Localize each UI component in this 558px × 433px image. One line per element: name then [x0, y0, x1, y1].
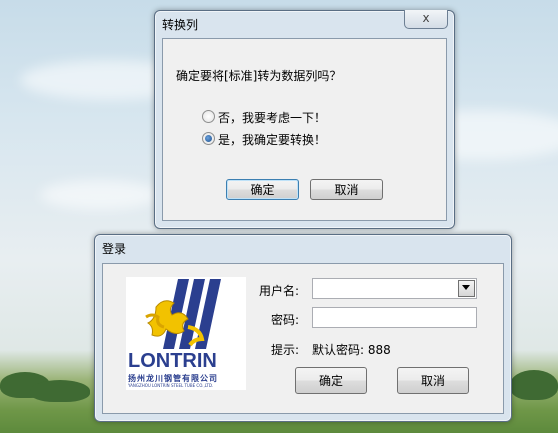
username-combobox[interactable] — [312, 278, 477, 299]
cloud — [40, 180, 160, 210]
password-label: 密码: — [271, 313, 300, 327]
logo-brand-text: LONTRIN — [128, 350, 217, 372]
radio-option-no[interactable]: 否，我要考虑一下！ — [202, 109, 382, 125]
convert-question: 确定要将[标准]转为数据列吗？ — [176, 69, 342, 83]
close-button[interactable]: x — [404, 10, 448, 29]
login-cancel-button[interactable]: 取消 — [397, 367, 469, 394]
username-label: 用户名: — [259, 284, 300, 298]
password-field[interactable] — [312, 307, 477, 328]
login-dialog-titlebar[interactable]: 登录 — [95, 235, 511, 261]
cancel-button[interactable]: 取消 — [310, 179, 383, 200]
convert-dialog-body: 确定要将[标准]转为数据列吗？ 否，我要考虑一下！ 是，我确定要转换！ 确定 取… — [162, 38, 447, 221]
logo-company-en-text: YANGZHOU LONTRIN STEEL TUBE CO.,LTD. — [128, 383, 214, 388]
tree — [510, 370, 558, 400]
radio-selected-dot — [205, 135, 212, 142]
login-dialog: 登录 LONTRIN 扬州龙川钢管有限公司 YANGZHOU LONTRIN S… — [94, 234, 512, 422]
radio-button-yes[interactable] — [202, 132, 215, 145]
close-icon: x — [422, 11, 430, 25]
ok-button[interactable]: 确定 — [226, 179, 299, 200]
radio-label-no[interactable]: 否，我要考虑一下！ — [218, 109, 326, 126]
hint-text: 默认密码: 888 — [312, 343, 391, 357]
login-dialog-body: LONTRIN 扬州龙川钢管有限公司 YANGZHOU LONTRIN STEE… — [102, 263, 504, 414]
tree — [30, 380, 90, 402]
login-dialog-title: 登录 — [102, 242, 127, 256]
company-logo: LONTRIN 扬州龙川钢管有限公司 YANGZHOU LONTRIN STEE… — [126, 277, 246, 390]
radio-label-yes[interactable]: 是，我确定要转换！ — [218, 131, 326, 148]
chevron-down-icon — [462, 285, 470, 290]
convert-dialog: 转换列 x 确定要将[标准]转为数据列吗？ 否，我要考虑一下！ 是，我确定要转换… — [154, 10, 455, 229]
dropdown-button[interactable] — [458, 280, 475, 297]
radio-option-yes[interactable]: 是，我确定要转换！ — [202, 131, 382, 147]
hint-label: 提示: — [271, 343, 300, 357]
convert-dialog-title: 转换列 — [162, 18, 199, 32]
radio-button-no[interactable] — [202, 110, 215, 123]
login-ok-button[interactable]: 确定 — [295, 367, 367, 394]
